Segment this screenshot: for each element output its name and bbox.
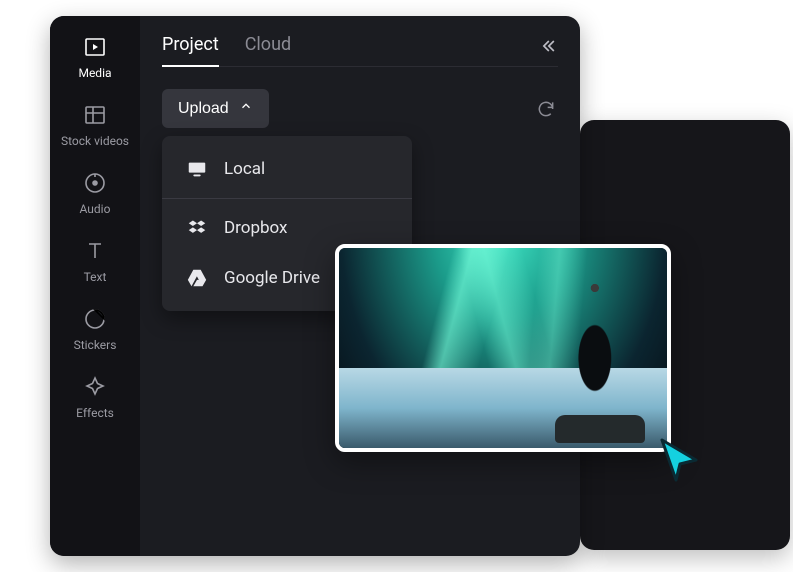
cursor-pointer-icon: [658, 436, 702, 488]
media-icon: [82, 34, 108, 60]
sidebar-item-effects[interactable]: Effects: [50, 374, 140, 420]
audio-icon: [82, 170, 108, 196]
sidebar-item-media[interactable]: Media: [50, 34, 140, 80]
dropdown-label: Google Drive: [224, 268, 320, 288]
dropdown-label: Dropbox: [224, 218, 288, 238]
upload-option-local[interactable]: Local: [162, 144, 412, 194]
sidebar-label: Media: [78, 66, 111, 80]
sidebar-item-audio[interactable]: Audio: [50, 170, 140, 216]
dropbox-icon: [186, 217, 208, 239]
media-thumbnail[interactable]: [335, 244, 671, 452]
collapse-panel-button[interactable]: [538, 36, 558, 61]
sidebar-label: Effects: [76, 406, 114, 420]
refresh-button[interactable]: [534, 97, 558, 121]
tab-cloud[interactable]: Cloud: [245, 34, 291, 67]
thumbnail-image: [339, 248, 667, 448]
toolbar: Upload: [162, 89, 558, 128]
chevron-up-icon: [239, 99, 253, 118]
text-icon: [82, 238, 108, 264]
sidebar-label: Stickers: [74, 338, 117, 352]
stock-videos-icon: [82, 102, 108, 128]
sidebar-label: Audio: [80, 202, 111, 216]
upload-button[interactable]: Upload: [162, 89, 269, 128]
sidebar-label: Text: [84, 270, 107, 284]
sidebar-item-stock-videos[interactable]: Stock videos: [50, 102, 140, 148]
monitor-icon: [186, 158, 208, 180]
tabs: Project Cloud: [162, 34, 558, 67]
sidebar-label: Stock videos: [61, 134, 129, 148]
dropdown-label: Local: [224, 159, 265, 179]
tab-project[interactable]: Project: [162, 34, 219, 67]
upload-button-label: Upload: [178, 100, 229, 118]
stickers-icon: [82, 306, 108, 332]
sidebar-item-stickers[interactable]: Stickers: [50, 306, 140, 352]
effects-icon: [82, 374, 108, 400]
dropdown-separator: [162, 198, 412, 199]
google-drive-icon: [186, 267, 208, 289]
sidebar-item-text[interactable]: Text: [50, 238, 140, 284]
sidebar: Media Stock videos Audio Text Stickers: [50, 16, 140, 556]
